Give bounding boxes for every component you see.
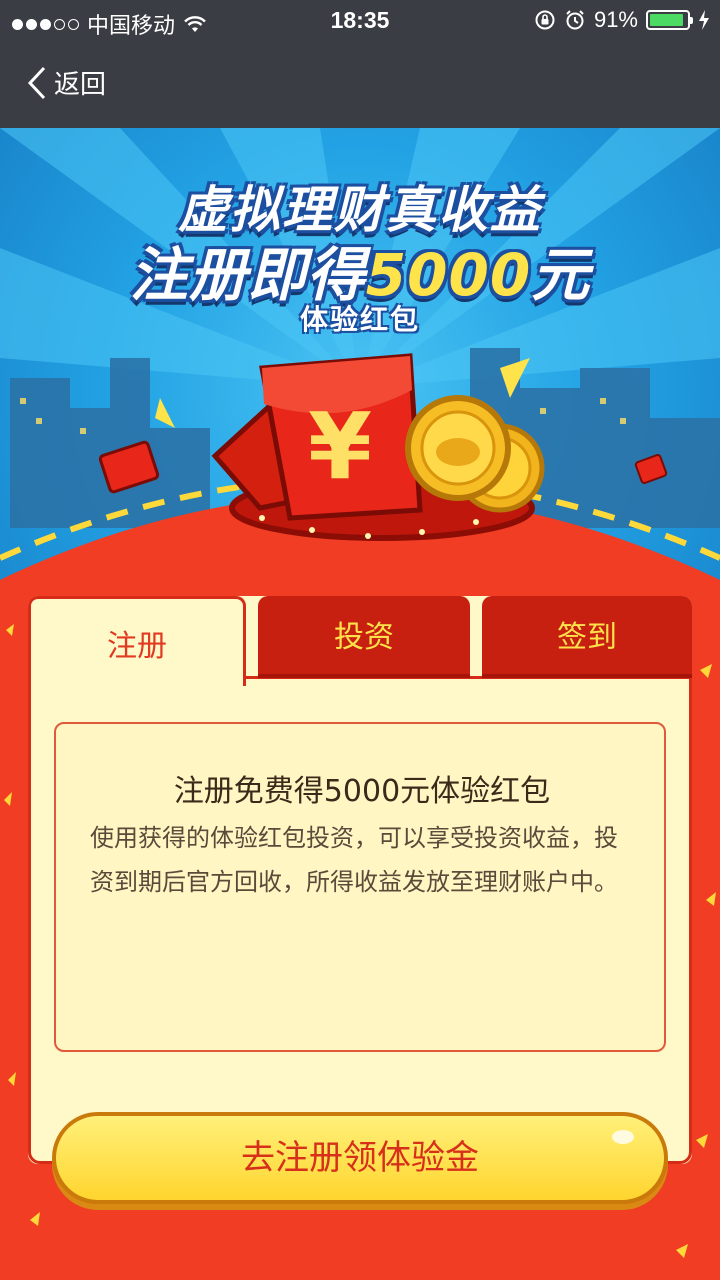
chevron-left-icon [27,66,46,99]
banner-line-3: 体验红包 [299,303,420,336]
info-box: 注册免费得5000元体验红包 使用获得的体验红包投资，可以享受投资收益，投资到期… [54,722,666,1052]
button-shine [612,1130,634,1144]
red-envelope-icon: ¥ [211,353,423,521]
info-body: 使用获得的体验红包投资，可以享受投资收益，投资到期后官方回收，所得收益发放至理财… [90,824,618,896]
info-title: 注册免费得5000元体验红包 [173,774,551,809]
navigation-bar: 返回 [0,40,720,128]
charging-icon [699,10,709,30]
status-bar: 中国移动 18:35 91% [0,0,720,40]
tab-checkin[interactable]: 签到 [482,596,692,678]
svg-text:¥: ¥ [308,393,372,500]
battery-icon [646,10,693,30]
register-cta-label: 去注册领体验金 [241,1138,479,1178]
city-skyline-left [10,358,210,528]
battery-percent: 91% [593,7,638,32]
tab-register[interactable]: 注册 [28,596,246,686]
tab-invest[interactable]: 投资 [258,596,470,678]
status-right: 91% [534,7,710,33]
back-label: 返回 [54,70,107,100]
hero-banner: ¥ 虚拟理财真收益 注册即得5000元 体验红包 [0,128,720,600]
register-cta-button[interactable]: 去注册领体验金 [52,1112,668,1204]
alarm-icon [566,10,584,30]
back-button[interactable]: 返回 [26,64,106,101]
rotation-lock-icon [535,10,555,30]
